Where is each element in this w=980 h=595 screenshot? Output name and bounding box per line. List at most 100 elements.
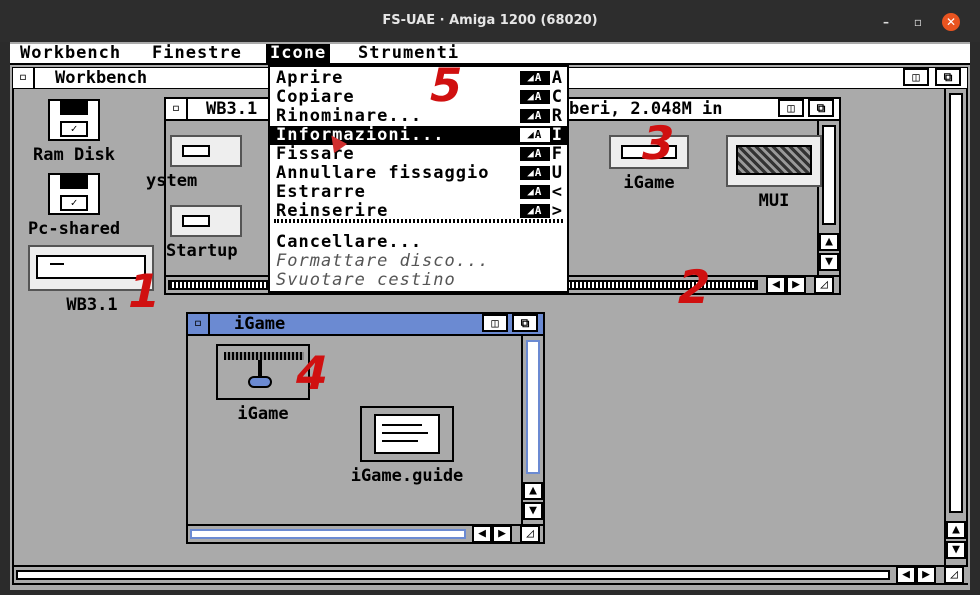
workbench-vscroll[interactable]: ▲ ▼ [944,89,966,565]
workbench-scroll-left-icon[interactable]: ◀ [896,566,916,584]
workbench-scroll-right-icon[interactable]: ▶ [916,566,936,584]
igame-close-gadget[interactable]: ▫ [188,314,210,334]
workbench-resize-icon[interactable]: ◿ [944,566,964,584]
menu-item-label: Fissare [276,144,355,164]
shortcut-fissare: ◢A F [519,144,563,164]
menu-item-label: Informazioni... [276,125,445,145]
drawer-icon [170,135,242,167]
igame-window-titlebar[interactable]: ▫ iGame ◫ ⧉ [188,314,543,336]
shortcut-key: U [551,163,563,183]
amiga-key-icon: ◢A [519,71,550,85]
maximize-button[interactable]: ▫ [910,14,926,30]
amiga-menubar: Workbench Finestre Icone Strumenti [10,44,970,65]
wb31-scroll-right-icon[interactable]: ▶ [786,276,806,294]
menu-workbench[interactable]: Workbench [16,44,125,63]
workbench-window-title: Workbench [55,68,148,88]
menu-item-svuotare-cestino: Svuotare cestino [270,271,567,290]
ram-disk-label: Ram Disk [33,145,115,165]
shortcut-key: < [551,182,563,202]
mui-drawer-icon[interactable]: MUI [726,135,822,211]
shortcut-annullare: ◢A U [519,163,563,183]
close-button[interactable]: ✕ [942,13,960,31]
menu-separator [274,219,563,223]
wb31-scroll-left-icon[interactable]: ◀ [766,276,786,294]
wb31-resize-icon[interactable]: ◿ [814,276,834,294]
menu-item-label: Cancellare... [276,232,423,252]
amiga-key-icon: ◢A [519,90,550,104]
shortcut-rinominare: ◢A R [519,106,563,126]
igame-depth-gadget[interactable]: ⧉ [512,314,538,332]
igame-hscroll-track[interactable] [190,529,466,539]
workbench-zoom-gadget[interactable]: ◫ [903,68,929,86]
menu-item-label: Aprire [276,68,344,88]
shortcut-key: F [551,144,563,164]
wb31-close-gadget[interactable]: ▫ [166,99,188,119]
igame-vscroll-track[interactable] [526,340,540,474]
menu-item-informazioni[interactable]: Informazioni... ◢A I [270,126,567,145]
shortcut-key: I [551,125,563,145]
amiga-key-icon: ◢A [519,128,550,142]
menu-item-copiare[interactable]: Copiare ◢A C [270,88,567,107]
system-drawer-icon[interactable]: ystem [146,135,246,195]
document-icon [360,406,454,462]
igame-guide-icon[interactable]: iGame.guide [351,406,463,486]
shortcut-informazioni: ◢A I [519,125,563,145]
menu-item-label: Estrarre [276,182,366,202]
wb31-drive-label: WB3.1 [66,295,118,315]
igame-resize-icon[interactable]: ◿ [520,525,540,543]
wb31-scroll-down-icon[interactable]: ▼ [819,253,839,271]
igame-scroll-up-icon[interactable]: ▲ [523,482,543,500]
menu-finestre[interactable]: Finestre [148,44,246,63]
amiga-key-icon: ◢A [519,204,550,218]
igame-zoom-gadget[interactable]: ◫ [482,314,508,332]
mui-drawer-label: MUI [758,191,790,211]
wb31-window-status: beri, 2.048M in [569,99,723,119]
igame-app-label: iGame [237,404,289,424]
wb31-depth-gadget[interactable]: ⧉ [808,99,834,117]
menu-item-label: Svuotare cestino [276,270,456,290]
igame-vscroll[interactable]: ▲ ▼ [521,336,543,526]
workbench-vscroll-track[interactable] [949,93,963,513]
host-window-title: FS-UAE · Amiga 1200 (68020) [382,13,598,28]
mui-icon [726,135,822,187]
igame-window-title: iGame [234,314,286,334]
wb31-scroll-up-icon[interactable]: ▲ [819,233,839,251]
menu-item-estrarre[interactable]: Estrarre ◢A < [270,183,567,202]
amiga-key-icon: ◢A [519,109,550,123]
workbench-close-gadget[interactable]: ▫ [13,68,35,88]
workbench-hscroll-track[interactable] [16,570,890,580]
menu-item-cancellare[interactable]: Cancellare... [270,233,567,252]
amiga-key-icon: ◢A [519,185,550,199]
shortcut-key: > [551,201,563,221]
workbench-scroll-up-icon[interactable]: ▲ [946,521,966,539]
menu-item-aprire[interactable]: Aprire ◢A A [270,69,567,88]
igame-scroll-left-icon[interactable]: ◀ [472,525,492,543]
igame-window: ▫ iGame ◫ ⧉ ▲ ▼ ◀ ▶ ◿ iGame iGame.guide [186,312,545,544]
wb31-zoom-gadget[interactable]: ◫ [778,99,804,117]
igame-scroll-down-icon[interactable]: ▼ [523,502,543,520]
menu-item-fissare[interactable]: Fissare ◢A F [270,145,567,164]
system-drawer-label: ystem [146,171,198,191]
ram-disk-icon[interactable]: ✓ Ram Disk [33,99,115,165]
menu-item-label: Reinserire [276,201,389,221]
menu-item-annullare-fissaggio[interactable]: Annullare fissaggio ◢A U [270,164,567,183]
igame-hscroll[interactable]: ◀ ▶ ◿ [188,524,543,543]
menu-item-formattare-disco: Formattare disco... [270,252,567,271]
shortcut-key: R [551,106,563,126]
pc-shared-label: Pc-shared [27,219,121,239]
menu-item-rinominare[interactable]: Rinominare... ◢A R [270,107,567,126]
host-titlebar: FS-UAE · Amiga 1200 (68020) – ▫ ✕ [0,0,980,42]
amiga-screen: Workbench Finestre Icone Strumenti ▫ Wor… [10,42,970,590]
menu-item-label: Formattare disco... [276,251,490,271]
startup-drawer-icon[interactable]: Startup [166,205,246,265]
workbench-scroll-down-icon[interactable]: ▼ [946,541,966,559]
floppy-icon: ✓ [48,173,100,215]
minimize-button[interactable]: – [878,14,894,30]
floppy-icon: ✓ [48,99,100,141]
igame-scroll-right-icon[interactable]: ▶ [492,525,512,543]
workbench-hscroll[interactable]: ◀ ▶ ◿ [14,565,968,584]
menu-icone[interactable]: Icone [266,44,331,63]
workbench-depth-gadget[interactable]: ⧉ [935,68,961,86]
shortcut-aprire: ◢A A [519,69,563,88]
pc-shared-icon[interactable]: ✓ Pc-shared [28,173,120,239]
